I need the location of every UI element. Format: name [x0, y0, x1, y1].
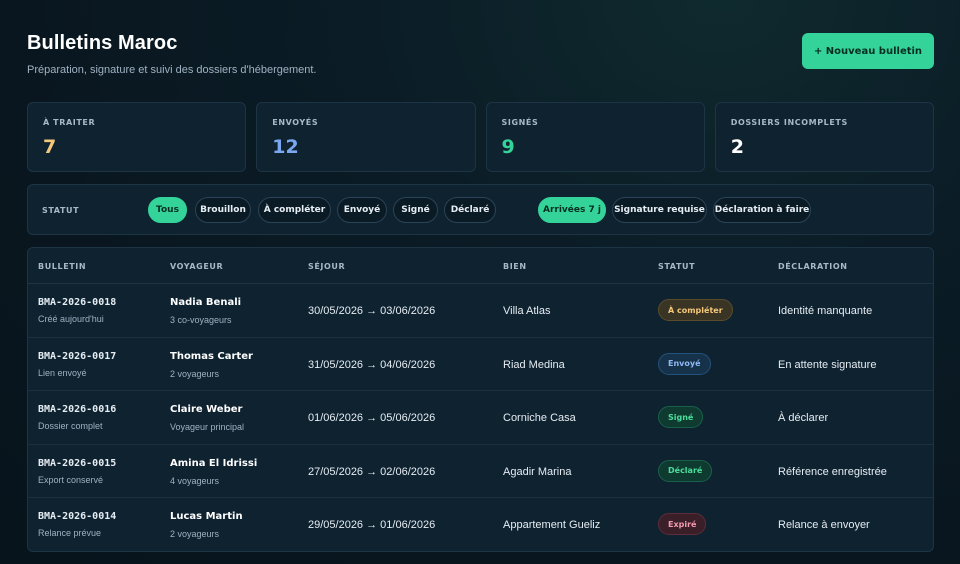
bulletin-code[interactable]: BMA-2026-0018 [38, 297, 116, 308]
kpi-card-envoyes: ENVOYÉS 12 [256, 102, 476, 172]
bulletin-code[interactable]: BMA-2026-0015 [38, 458, 116, 469]
property-name: Agadir Marina [503, 465, 572, 478]
table-row[interactable]: BMA-2026-0017 Lien envoyé Thomas Carter … [28, 338, 933, 392]
kpi-value: 7 [43, 136, 57, 158]
kpi-cards: À TRAITER 7 ENVOYÉS 12 SIGNÉS 9 DOSSIERS… [27, 102, 934, 172]
declaration-status: Référence enregistrée [778, 465, 887, 478]
stay-dates: 29/05/2026 → 01/06/2026 [308, 519, 436, 532]
new-bulletin-button[interactable]: + Nouveau bulletin [802, 33, 934, 69]
filter-tous[interactable]: Tous [148, 197, 187, 223]
stay-dates: 30/05/2026 → 03/06/2026 [308, 305, 436, 317]
property-name: Riad Medina [503, 358, 565, 371]
filter-signature-requise[interactable]: Signature requise [612, 197, 707, 223]
filter-a-completer[interactable]: À compléter [258, 197, 331, 223]
filter-signe[interactable]: Signé [393, 197, 438, 223]
kpi-value: 12 [272, 136, 299, 158]
page-header: Bulletins Maroc Préparation, signature e… [27, 32, 934, 80]
traveler-count: 4 voyageurs [170, 475, 220, 486]
table-header: BULLETIN VOYAGEUR SÉJOUR BIEN STATUT DÉC… [28, 248, 933, 284]
filter-declare[interactable]: Déclaré [444, 197, 496, 223]
status-badge: Expiré [658, 513, 707, 536]
property-name: Corniche Casa [503, 412, 576, 425]
status-badge: Déclaré [658, 459, 713, 482]
declaration-status: Relance à envoyer [778, 519, 870, 532]
traveler-name[interactable]: Amina El Idrissi [170, 458, 257, 469]
filter-arrivees-7j[interactable]: Arrivées 7 j [538, 197, 606, 223]
kpi-card-a-traiter: À TRAITER 7 [27, 102, 247, 172]
kpi-value: 2 [730, 136, 744, 158]
status-badge: Envoyé [658, 352, 711, 375]
bulletin-code[interactable]: BMA-2026-0014 [38, 511, 116, 522]
bulletin-note: Lien envoyé [38, 367, 87, 378]
bulletin-note: Export conservé [38, 474, 104, 485]
status-badge: Signé [658, 406, 704, 429]
traveler-count: 2 voyageurs [170, 529, 220, 540]
kpi-card-dossiers-incomplets: DOSSIERS INCOMPLETS 2 [714, 102, 934, 172]
filter-bar: STATUT Tous Brouillon À compléter Envoyé… [27, 184, 934, 235]
bulletin-note: Dossier complet [38, 421, 103, 432]
traveler-count: Voyageur principal [170, 422, 245, 433]
kpi-card-signes: SIGNÉS 9 [485, 102, 705, 172]
traveler-name[interactable]: Lucas Martin [170, 511, 243, 522]
bulletin-code[interactable]: BMA-2026-0016 [38, 404, 116, 415]
kpi-label: ENVOYÉS [272, 118, 319, 127]
column-header-sejour[interactable]: SÉJOUR [308, 262, 345, 271]
kpi-value: 9 [501, 136, 515, 158]
kpi-label: DOSSIERS INCOMPLETS [730, 118, 848, 127]
declaration-status: Identité manquante [778, 305, 873, 317]
table-row[interactable]: BMA-2026-0018 Créé aujourd'hui Nadia Ben… [28, 284, 933, 338]
traveler-count: 3 co-voyageurs [170, 315, 232, 325]
kpi-label: À TRAITER [43, 118, 96, 127]
traveler-name[interactable]: Thomas Carter [170, 351, 253, 362]
traveler-count: 2 voyageurs [170, 368, 220, 379]
property-name: Appartement Gueliz [503, 519, 601, 532]
bulletin-code[interactable]: BMA-2026-0017 [38, 351, 116, 362]
column-header-statut[interactable]: STATUT [658, 262, 695, 271]
page-subtitle: Préparation, signature et suivi des doss… [27, 64, 317, 76]
filter-label: STATUT [42, 206, 80, 215]
bulletins-table: BULLETIN VOYAGEUR SÉJOUR BIEN STATUT DÉC… [27, 247, 934, 552]
filter-brouillon[interactable]: Brouillon [195, 197, 251, 223]
stay-dates: 27/05/2026 → 02/06/2026 [308, 465, 436, 478]
status-badge: À compléter [658, 299, 733, 321]
bulletin-note: Créé aujourd'hui [38, 314, 104, 324]
filter-envoye[interactable]: Envoyé [337, 197, 387, 223]
column-header-voyageur[interactable]: VOYAGEUR [170, 262, 223, 271]
stay-dates: 31/05/2026 → 04/06/2026 [308, 358, 436, 371]
filter-declaration-a-faire[interactable]: Déclaration à faire [713, 197, 811, 223]
table-row[interactable]: BMA-2026-0014 Relance prévue Lucas Marti… [28, 498, 933, 551]
traveler-name[interactable]: Nadia Benali [170, 297, 241, 308]
page-title: Bulletins Maroc [27, 32, 178, 54]
bulletin-note: Relance prévue [38, 528, 102, 539]
column-header-bien[interactable]: BIEN [503, 262, 527, 271]
kpi-label: SIGNÉS [501, 118, 539, 127]
stay-dates: 01/06/2026 → 05/06/2026 [308, 412, 436, 425]
table-row[interactable]: BMA-2026-0016 Dossier complet Claire Web… [28, 391, 933, 445]
traveler-name[interactable]: Claire Weber [170, 404, 242, 415]
declaration-status: À déclarer [778, 412, 829, 425]
declaration-status: En attente signature [778, 358, 877, 371]
column-header-declaration[interactable]: DÉCLARATION [778, 262, 848, 271]
column-header-bulletin[interactable]: BULLETIN [38, 262, 86, 271]
property-name: Villa Atlas [503, 305, 551, 317]
table-row[interactable]: BMA-2026-0015 Export conservé Amina El I… [28, 445, 933, 499]
